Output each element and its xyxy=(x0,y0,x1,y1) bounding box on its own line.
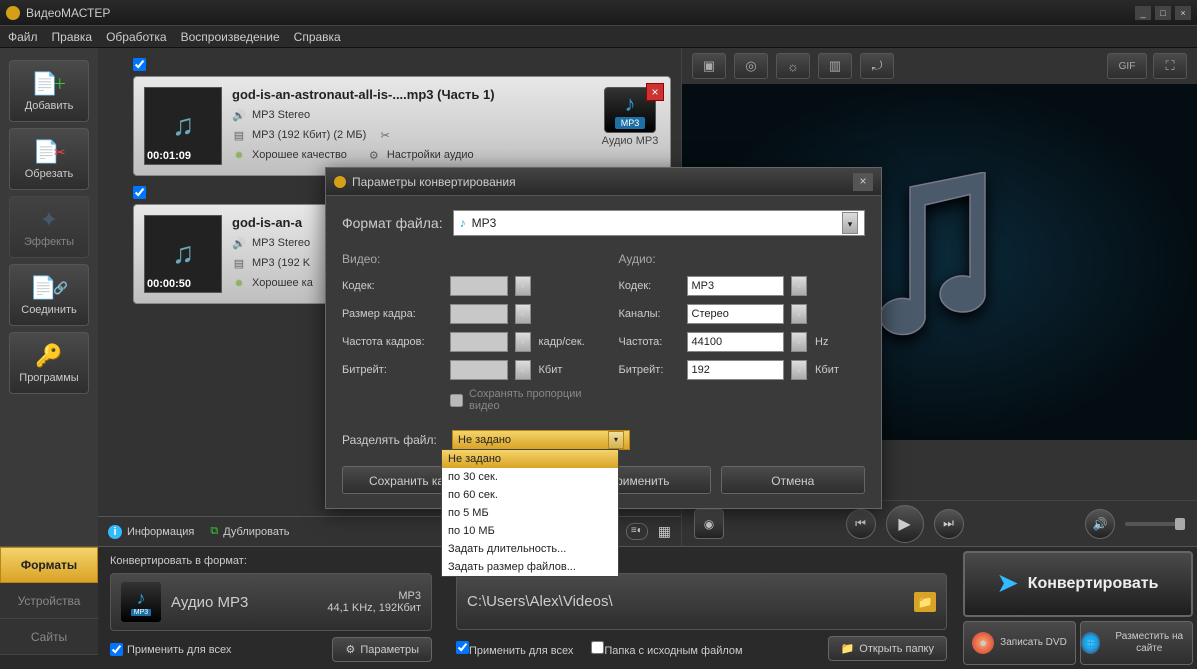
keep-ratio-checkbox xyxy=(450,394,463,407)
tool-effects[interactable]: ✦Эффекты xyxy=(9,196,89,258)
dialog-header[interactable]: Параметры конвертирования × xyxy=(326,168,881,196)
sidebar: 📄＋Добавить 📄✂Обрезать ✦Эффекты 📄🔗Соедини… xyxy=(0,48,98,546)
file-checkbox-1[interactable] xyxy=(133,186,146,199)
split-option[interactable]: по 60 сек. xyxy=(442,486,618,504)
format-file-field[interactable]: ♪MP3▾ xyxy=(453,210,865,236)
volume-slider[interactable] xyxy=(1125,522,1185,526)
audio-codec-field[interactable]: MP3 xyxy=(687,276,785,296)
menu-process[interactable]: Обработка xyxy=(106,30,167,44)
menu-help[interactable]: Справка xyxy=(294,30,341,44)
snapshot-button[interactable]: ◉ xyxy=(694,509,724,539)
file-card-0[interactable]: ♫00:01:09 god-is-an-astronaut-all-is-...… xyxy=(133,76,671,176)
split-option[interactable]: Не задано xyxy=(442,450,618,468)
tool-cut[interactable]: 📄✂Обрезать xyxy=(9,128,89,190)
split-option[interactable]: Задать длительность... xyxy=(442,540,618,558)
format-panel: Конвертировать в формат: ♪MP3 Аудио MP3 … xyxy=(98,547,444,669)
preview-tool-brightness-icon[interactable]: ☼ xyxy=(776,53,810,79)
video-size-field xyxy=(450,304,508,324)
tool-programs[interactable]: 🔑Программы xyxy=(9,332,89,394)
file-remove-button[interactable]: × xyxy=(646,83,664,101)
audio-channels-field[interactable]: Стерео xyxy=(687,304,785,324)
audio-freq-field[interactable]: 44100 xyxy=(687,332,785,352)
file-thumbnail: ♫00:00:50 xyxy=(144,215,222,293)
video-bitrate-field xyxy=(450,360,508,380)
format-params-button[interactable]: ⚙Параметры xyxy=(332,637,432,662)
maximize-button[interactable]: □ xyxy=(1155,6,1171,20)
video-codec-field xyxy=(450,276,508,296)
tool-add[interactable]: 📄＋Добавить xyxy=(9,60,89,122)
app-logo-icon xyxy=(6,6,20,20)
preview-tool-crop-icon[interactable]: ▣ xyxy=(692,53,726,79)
split-option[interactable]: по 5 МБ xyxy=(442,504,618,522)
preview-tool-snapshot-icon[interactable]: ◎ xyxy=(734,53,768,79)
file-audio-settings[interactable]: Настройки аудио xyxy=(387,149,474,161)
file-name: god-is-an-astronaut-all-is-....mp3 (Част… xyxy=(232,87,590,102)
format-icon: ♪MP3 xyxy=(121,582,161,622)
close-button[interactable]: × xyxy=(1175,6,1191,20)
split-option[interactable]: по 30 сек. xyxy=(442,468,618,486)
chevron-down-icon[interactable]: ▾ xyxy=(842,212,858,234)
preview-gif-button[interactable]: GIF xyxy=(1107,53,1147,79)
prev-button[interactable]: ⏮ xyxy=(846,509,876,539)
split-dropdown[interactable]: Не задано по 30 сек. по 60 сек. по 5 МБ … xyxy=(441,449,619,577)
view-grid-icon[interactable]: ▦ xyxy=(658,523,671,540)
next-button[interactable]: ⏭ xyxy=(934,509,964,539)
browse-folder-icon[interactable]: 📁 xyxy=(914,592,936,612)
preview-tool-clip-icon[interactable]: ▥ xyxy=(818,53,852,79)
volume-button[interactable]: 🔊 xyxy=(1085,509,1115,539)
split-option[interactable]: Задать размер файлов... xyxy=(442,558,618,576)
bottom-tabs: Форматы Устройства Сайты xyxy=(0,547,98,669)
preview-fullscreen-icon[interactable]: ⛶ xyxy=(1153,53,1187,79)
menu-bar: Файл Правка Обработка Воспроизведение Сп… xyxy=(0,26,1197,48)
tab-formats[interactable]: Форматы xyxy=(0,547,98,583)
audio-bitrate-field[interactable]: 192 xyxy=(687,360,785,380)
play-button[interactable]: ▶ xyxy=(886,505,924,543)
menu-file[interactable]: Файл xyxy=(8,30,38,44)
format-apply-all[interactable]: Применить для всех xyxy=(110,643,231,656)
minimize-button[interactable]: _ xyxy=(1135,6,1151,20)
format-selector[interactable]: ♪MP3 Аудио MP3 MP3 44,1 KHz, 192Кбит xyxy=(110,573,432,631)
split-option[interactable]: по 10 МБ xyxy=(442,522,618,540)
tab-devices[interactable]: Устройства xyxy=(0,583,98,619)
menu-edit[interactable]: Правка xyxy=(52,30,93,44)
cancel-button[interactable]: Отмена xyxy=(721,466,865,494)
duplicate-button[interactable]: ⧉Дублировать xyxy=(210,525,289,538)
file-card-1[interactable]: ♫00:00:50 god-is-an-a 🔊MP3 Stereo ▤MP3 (… xyxy=(133,204,343,304)
open-folder-button[interactable]: 📁Открыть папку xyxy=(828,636,947,661)
menu-playback[interactable]: Воспроизведение xyxy=(181,30,280,44)
tool-join[interactable]: 📄🔗Соединить xyxy=(9,264,89,326)
view-list-icon[interactable]: ≡◐ xyxy=(626,523,648,540)
save-source-folder[interactable]: Папка с исходным файлом xyxy=(591,641,742,657)
convert-button[interactable]: ➤Конвертировать xyxy=(963,551,1193,617)
title-bar: ВидеоМАСТЕР _ □ × xyxy=(0,0,1197,26)
publish-web-button[interactable]: 🌐Разместить на сайте xyxy=(1080,621,1193,665)
dialog-close-button[interactable]: × xyxy=(853,173,873,191)
window-title: ВидеоМАСТЕР xyxy=(26,6,110,20)
video-fps-field xyxy=(450,332,508,352)
split-file-field[interactable]: Не задано▾ xyxy=(452,430,630,450)
tab-sites[interactable]: Сайты xyxy=(0,619,98,655)
action-panel: ➤Конвертировать ●Записать DVD 🌐Разместит… xyxy=(959,547,1197,669)
chevron-down-icon[interactable]: ▾ xyxy=(608,431,624,449)
dialog-logo-icon xyxy=(334,176,346,188)
file-checkbox-0[interactable] xyxy=(133,58,146,71)
save-apply-all[interactable]: Применить для всех xyxy=(456,641,573,657)
file-thumbnail: ♫00:01:09 xyxy=(144,87,222,165)
preview-tool-speed-icon[interactable]: ⤾ xyxy=(860,53,894,79)
info-button[interactable]: iИнформация xyxy=(108,525,194,539)
save-path-field[interactable]: C:\Users\Alex\Videos\ 📁 xyxy=(456,573,947,630)
record-dvd-button[interactable]: ●Записать DVD xyxy=(963,621,1076,665)
music-note-icon xyxy=(860,172,1020,352)
